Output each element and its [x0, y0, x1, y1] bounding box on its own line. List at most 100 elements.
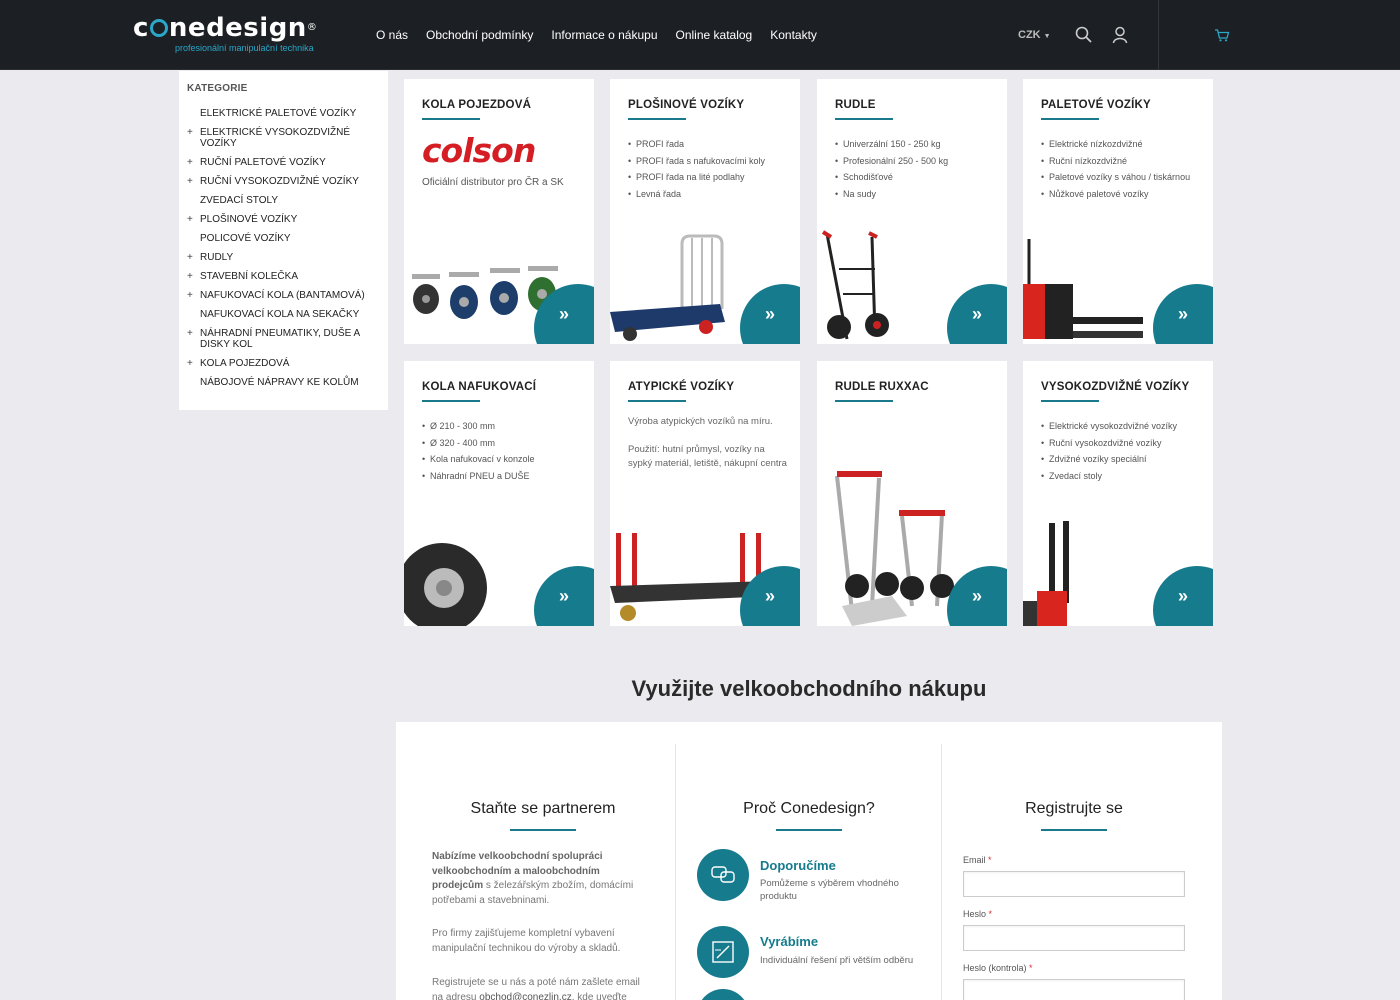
sidebar-category-item[interactable]: POLICOVÉ VOZÍKY [187, 233, 380, 244]
list-item: Nůžkové paletové vozíky [1041, 186, 1209, 203]
password-confirm-field[interactable] [963, 979, 1185, 1000]
user-icon[interactable] [1112, 26, 1128, 44]
password-confirm-label-text: Heslo (kontrola) [963, 963, 1027, 973]
sidebar-category-item[interactable]: NÁBOJOVÉ NÁPRAVY KE KOLŮM [187, 377, 380, 388]
card-kola-pojezdova[interactable]: KOLA POJEZDOVÁ colson Oficiální distribu… [404, 79, 594, 344]
sidebar-category-item[interactable]: + RUDLY [187, 252, 380, 263]
card-vysokozdvizne-voziky[interactable]: VYSOKOZDVIŽNÉ VOZÍKY Elektrické vysokozd… [1023, 361, 1213, 626]
sidebar-category-label: POLICOVÉ VOZÍKY [200, 233, 291, 244]
title-underline [628, 118, 686, 120]
sidebar-category-label: RUČNÍ PALETOVÉ VOZÍKY [200, 157, 326, 168]
double-chevron-right-icon: » [1178, 586, 1189, 606]
card-rudle-ruxxac[interactable]: RUDLE RUXXAC » [817, 361, 1007, 626]
top-header: c nedesign® profesionální manipulační tec… [0, 0, 1400, 70]
sidebar-category-label: RUČNÍ VYSOKOZDVIŽNÉ VOZÍKY [200, 176, 359, 187]
double-chevron-right-icon: » [559, 304, 570, 324]
card-list: Elektrické vysokozdvižné vozíky Ruční vy… [1041, 418, 1209, 484]
card-list: Univerzální 150 - 250 kg Profesionální 2… [835, 136, 1003, 202]
sidebar-category-label: ELEKTRICKÉ PALETOVÉ VOZÍKY [200, 108, 357, 119]
sidebar-category-label: NÁBOJOVÉ NÁPRAVY KE KOLŮM [200, 377, 359, 388]
double-chevron-right-icon: » [972, 586, 983, 606]
sidebar-category-item[interactable]: + NAFUKOVACÍ KOLA (BANTAMOVÁ) [187, 290, 380, 301]
list-item: Ø 320 - 400 mm [422, 435, 590, 452]
logo-wordmark: c nedesign® [133, 13, 318, 43]
expand-plus-icon[interactable]: + [187, 271, 193, 282]
title-underline [835, 118, 893, 120]
expand-plus-icon[interactable]: + [187, 328, 193, 339]
double-chevron-right-icon: » [1178, 304, 1189, 324]
list-item: Schodišťové [835, 169, 1003, 186]
expand-plus-icon[interactable]: + [187, 252, 193, 263]
sidebar-category-item[interactable]: + NÁHRADNÍ PNEUMATIKY, DUŠE A DISKY KOL [187, 328, 380, 350]
list-item: PROFI řada na lité podlahy [628, 169, 796, 186]
site-logo[interactable]: c nedesign® profesionální manipulační tec… [133, 14, 317, 53]
expand-plus-icon[interactable]: + [187, 290, 193, 301]
card-title: KOLA POJEZDOVÁ [422, 99, 532, 111]
title-underline [422, 400, 480, 402]
card-rudle[interactable]: RUDLE Univerzální 150 - 250 kg Profesion… [817, 79, 1007, 344]
email-field[interactable] [963, 871, 1185, 897]
sidebar-category-item[interactable]: + RUČNÍ VYSOKOZDVIŽNÉ VOZÍKY [187, 176, 380, 187]
email-link[interactable]: obchod@conezlin.cz [479, 992, 571, 1000]
card-kola-nafukovaci[interactable]: KOLA NAFUKOVACÍ Ø 210 - 300 mm Ø 320 - 4… [404, 361, 594, 626]
search-icon[interactable] [1075, 26, 1093, 44]
card-list: PROFI řada PROFI řada s nafukovacími kol… [628, 136, 796, 202]
header-divider [1158, 0, 1159, 70]
card-description: Oficiální distributor pro ČR a SK [422, 177, 564, 188]
expand-plus-icon[interactable]: + [187, 358, 193, 369]
password-field[interactable] [963, 925, 1185, 951]
expand-plus-icon[interactable]: + [187, 176, 193, 187]
title-underline [1041, 400, 1099, 402]
sidebar-category-item[interactable]: + PLOŠINOVÉ VOZÍKY [187, 214, 380, 225]
sidebar-category-item[interactable]: + KOLA POJEZDOVÁ [187, 358, 380, 369]
card-atypicke-voziky[interactable]: ATYPICKÉ VOZÍKY Výroba atypických vozíků… [610, 361, 800, 626]
nav-kontakty[interactable]: Kontakty [770, 28, 817, 42]
title-underline [628, 400, 686, 402]
expand-plus-icon[interactable]: + [187, 127, 193, 138]
password-label: Heslo * [963, 909, 992, 919]
list-item: Univerzální 150 - 250 kg [835, 136, 1003, 153]
sidebar-category-label: ELEKTRICKÉ VYSOKOZDVIŽNÉ VOZÍKY [200, 127, 351, 149]
sidebar-category-item[interactable]: ZVEDACÍ STOLY [187, 195, 380, 206]
currency-selector[interactable]: CZK ▼ [1018, 29, 1051, 41]
sidebar-category-item[interactable]: + STAVEBNÍ KOLEČKA [187, 271, 380, 282]
list-item: Ø 210 - 300 mm [422, 418, 590, 435]
email-label: Email * [963, 855, 992, 865]
sidebar-category-item[interactable]: + ELEKTRICKÉ VYSOKOZDVIŽNÉ VOZÍKY [187, 127, 380, 149]
sidebar-category-label: STAVEBNÍ KOLEČKA [200, 271, 298, 282]
sidebar-category-item[interactable]: ELEKTRICKÉ PALETOVÉ VOZÍKY [187, 108, 380, 119]
list-item: Ruční nízkozdvižné [1041, 153, 1209, 170]
feature-title-recommend: Doporučíme [760, 858, 836, 873]
sidebar-title: KATEGORIE [187, 83, 248, 94]
list-item: Elektrické vysokozdvižné vozíky [1041, 418, 1209, 435]
cart-icon[interactable] [1214, 28, 1230, 42]
column-divider [675, 744, 676, 1000]
double-chevron-right-icon: » [559, 586, 570, 606]
card-plosinove-voziky[interactable]: PLOŠINOVÉ VOZÍKY PROFI řada PROFI řada s… [610, 79, 800, 344]
sidebar-category-label: RUDLY [200, 252, 234, 263]
wholesale-heading: Využijte velkoobchodního nákupu [631, 676, 987, 701]
card-list: Ø 210 - 300 mm Ø 320 - 400 mm Kola nafuk… [422, 418, 590, 484]
expand-plus-icon[interactable]: + [187, 214, 193, 225]
sidebar-category-item[interactable]: NAFUKOVACÍ KOLA NA SEKAČKY [187, 309, 380, 320]
nav-online-katalog[interactable]: Online katalog [676, 28, 753, 42]
sidebar-category-item[interactable]: + RUČNÍ PALETOVÉ VOZÍKY [187, 157, 380, 168]
list-item: PROFI řada [628, 136, 796, 153]
password-label-text: Heslo [963, 909, 987, 919]
email-label-text: Email [963, 855, 986, 865]
double-chevron-right-icon: » [765, 586, 776, 606]
partner-paragraph-1: Nabízíme velkoobchodní spolupráci velkoo… [432, 850, 642, 908]
required-mark: * [988, 909, 993, 919]
wholesale-panel: Staňte se partnerem Nabízíme velkoobchod… [396, 722, 1222, 1000]
nav-obchodni-podminky[interactable]: Obchodní podmínky [426, 28, 533, 42]
currency-label: CZK [1018, 29, 1041, 41]
card-paletove-voziky[interactable]: PALETOVÉ VOZÍKY Elektrické nízkozdvižné … [1023, 79, 1213, 344]
expand-plus-icon[interactable]: + [187, 157, 193, 168]
description-line-2: Použití: hutní průmysl, vozíky na sypký … [628, 444, 787, 469]
nav-o-nas[interactable]: O nás [376, 28, 408, 42]
nav-informace-o-nakupu[interactable]: Informace o nákupu [551, 28, 657, 42]
category-list: ELEKTRICKÉ PALETOVÉ VOZÍKY + ELEKTRICKÉ VY… [187, 108, 380, 388]
card-title: RUDLE [835, 99, 876, 111]
card-title: VYSOKOZDVIŽNÉ VOZÍKY [1041, 381, 1190, 393]
main-nav: O nás Obchodní podmínky Informace o náku… [376, 28, 835, 42]
